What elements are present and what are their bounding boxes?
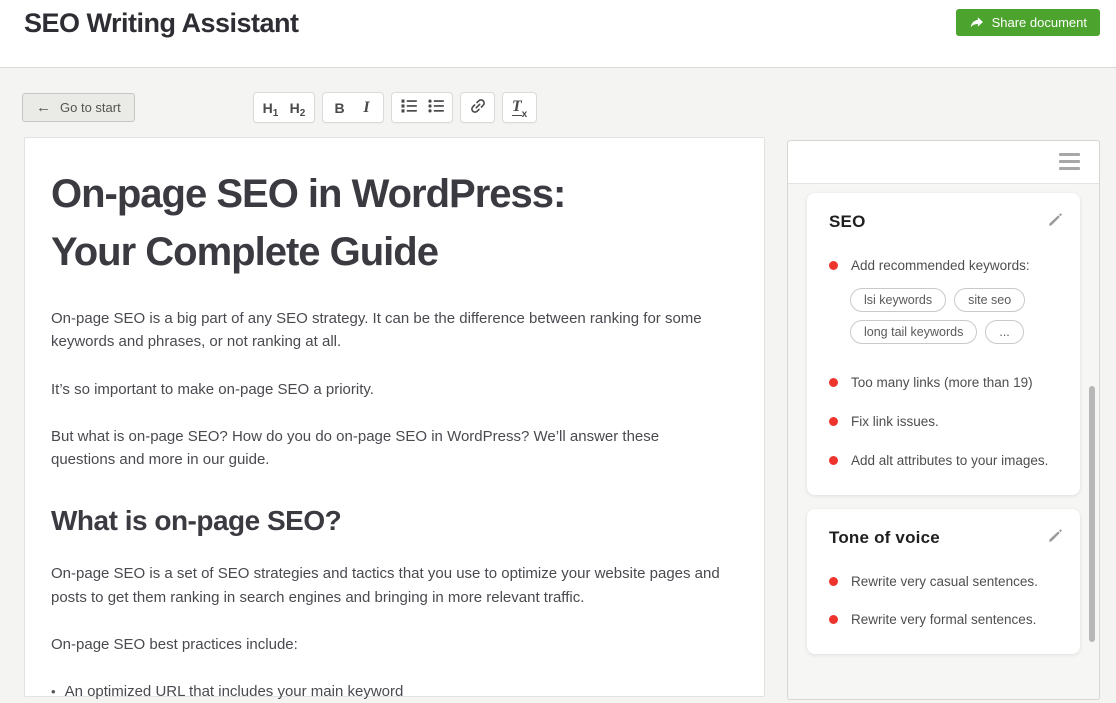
pencil-icon (1046, 217, 1063, 232)
sidebar-scrollbar-thumb[interactable] (1089, 386, 1095, 642)
issue-dot (829, 261, 838, 270)
link-icon (470, 98, 486, 117)
tone-issue-row: Rewrite very casual sentences. (829, 574, 1060, 591)
issue-dot (829, 577, 838, 586)
bullet-marker: • (51, 680, 56, 703)
issue-dot (829, 456, 838, 465)
issue-text: Too many links (more than 19) (851, 375, 1033, 392)
issue-text: Add alt attributes to your images. (851, 453, 1048, 470)
ordered-list-button[interactable] (395, 94, 422, 121)
italic-button[interactable]: I (353, 94, 380, 121)
document-paragraph[interactable]: On-page SEO best practices include: (51, 633, 721, 656)
ordered-list-icon (401, 99, 417, 116)
issue-dot (829, 378, 838, 387)
share-document-button[interactable]: Share document (956, 9, 1100, 36)
app-header: SEO Writing Assistant Share document (0, 0, 1116, 68)
edit-seo-button[interactable] (1046, 212, 1063, 232)
link-button[interactable] (464, 94, 491, 121)
tone-issue-row: Rewrite very formal sentences. (829, 612, 1060, 629)
format-button-groups: H1 H2 B I Tx (253, 92, 537, 123)
issue-dot (829, 417, 838, 426)
page-title: SEO Writing Assistant (24, 8, 299, 39)
document-title[interactable]: On-page SEO in WordPress: Your Complete … (51, 165, 651, 281)
clear-format-group: Tx (502, 92, 537, 123)
seo-card-title: SEO (829, 212, 1060, 232)
document-heading[interactable]: What is on-page SEO? (51, 505, 724, 537)
issue-text: Fix link issues. (851, 414, 939, 431)
edit-tone-button[interactable] (1046, 528, 1063, 548)
more-keywords-pill[interactable]: ... (985, 320, 1023, 344)
document-list-item[interactable]: • An optimized URL that includes your ma… (51, 680, 721, 703)
document-list-item-text[interactable]: An optimized URL that includes your main… (65, 680, 404, 703)
sidebar-header (788, 141, 1099, 184)
left-arrow-icon: ← (36, 100, 51, 115)
bullet-list-button[interactable] (422, 94, 449, 121)
tone-card-title: Tone of voice (829, 528, 1060, 548)
recommendations-sidebar: SEO Add recommended keywords: lsi keywor… (787, 140, 1100, 700)
menu-icon[interactable] (1059, 153, 1080, 174)
recommended-keywords: lsi keywords site seo long tail keywords… (850, 288, 1060, 344)
document-editor[interactable]: On-page SEO in WordPress: Your Complete … (24, 137, 765, 697)
go-to-start-button[interactable]: ← Go to start (22, 93, 135, 122)
clear-formatting-button[interactable]: Tx (506, 94, 533, 121)
issue-text: Add recommended keywords: (851, 258, 1030, 275)
keyword-pill: long tail keywords (850, 320, 977, 344)
document-paragraph[interactable]: On-page SEO is a big part of any SEO str… (51, 307, 721, 354)
heading-buttons-group: H1 H2 (253, 92, 315, 123)
document-paragraph[interactable]: On-page SEO is a set of SEO strategies a… (51, 562, 721, 609)
heading2-button[interactable]: H2 (284, 94, 311, 121)
pencil-icon (1046, 533, 1063, 548)
issue-dot (829, 615, 838, 624)
keyword-pill: site seo (954, 288, 1025, 312)
share-button-label: Share document (992, 15, 1087, 30)
bullet-list-icon (428, 99, 444, 116)
issue-text: Rewrite very casual sentences. (851, 574, 1038, 591)
heading1-button[interactable]: H1 (257, 94, 284, 121)
seo-issue-row: Too many links (more than 19) (829, 375, 1060, 392)
seo-card: SEO Add recommended keywords: lsi keywor… (807, 193, 1080, 495)
bold-italic-group: B I (322, 92, 384, 123)
tone-of-voice-card: Tone of voice Rewrite very casual senten… (807, 509, 1080, 655)
issue-text: Rewrite very formal sentences. (851, 612, 1036, 629)
editor-toolbar: ← Go to start H1 H2 B I Tx (22, 92, 1100, 123)
sidebar-content: SEO Add recommended keywords: lsi keywor… (788, 184, 1099, 654)
seo-issue-row: Fix link issues. (829, 414, 1060, 431)
keyword-pill: lsi keywords (850, 288, 946, 312)
list-buttons-group (391, 92, 453, 123)
share-icon (969, 16, 984, 29)
document-paragraph[interactable]: It’s so important to make on-page SEO a … (51, 378, 721, 401)
document-paragraph[interactable]: But what is on-page SEO? How do you do o… (51, 425, 721, 472)
bold-button[interactable]: B (326, 94, 353, 121)
go-to-start-label: Go to start (60, 100, 121, 115)
link-button-group (460, 92, 495, 123)
seo-issue-row: Add recommended keywords: (829, 258, 1060, 275)
seo-issue-row: Add alt attributes to your images. (829, 453, 1060, 470)
